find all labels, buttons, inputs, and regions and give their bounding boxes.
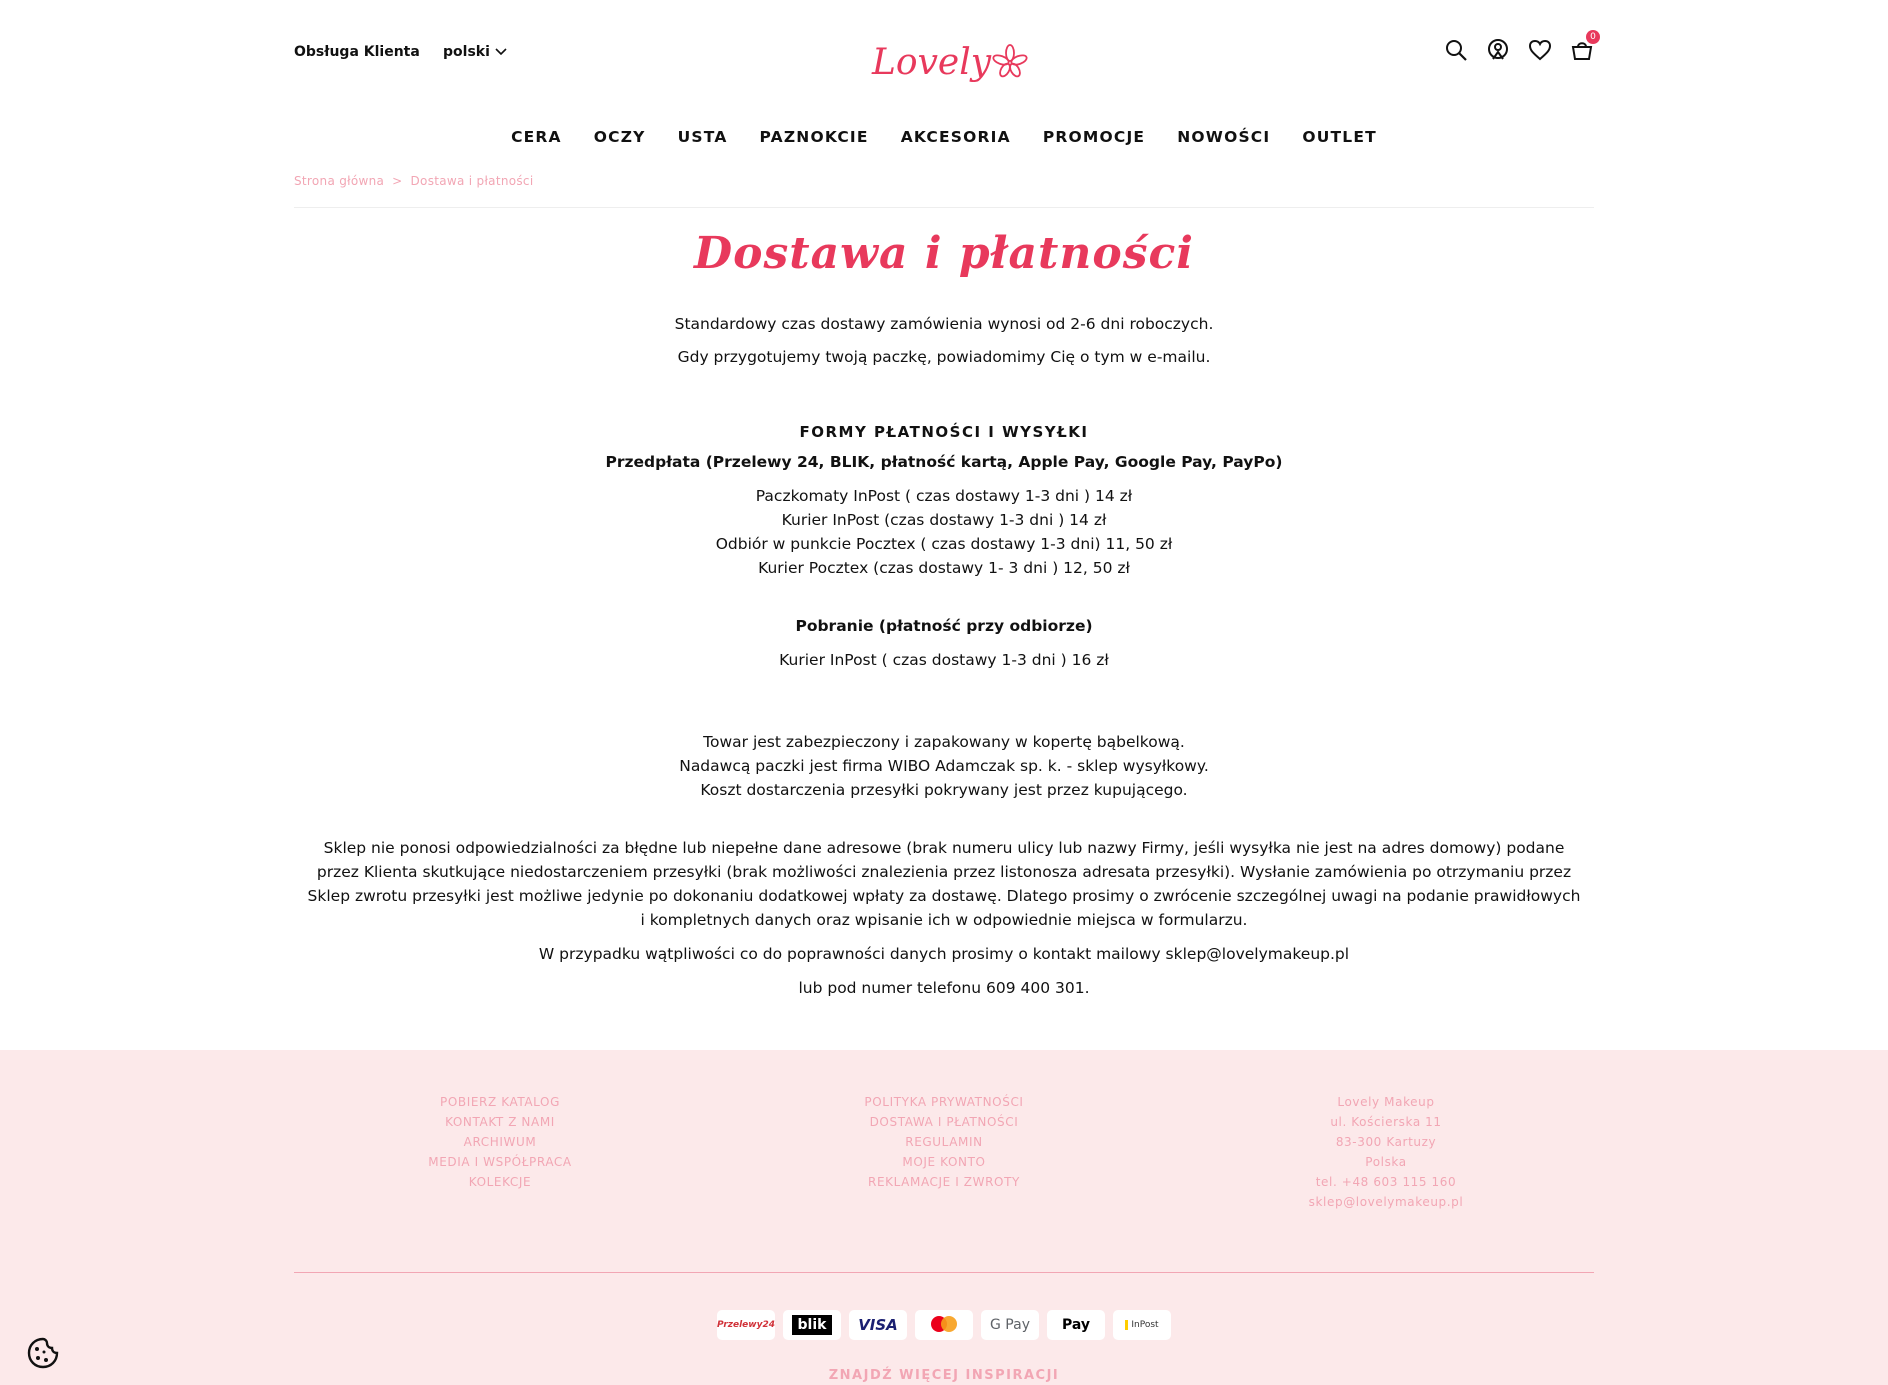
mastercard-logo	[915, 1310, 973, 1340]
cookie-icon[interactable]	[26, 1336, 60, 1370]
address-city: 83-300 Kartuzy	[1335, 1135, 1437, 1149]
nav-item-usta[interactable]: USTA	[678, 128, 728, 146]
goods-line: Koszt dostarczenia przesyłki pokrywany j…	[700, 781, 1188, 799]
nav-item-oczy[interactable]: OCZY	[594, 128, 646, 146]
gpay-text: G Pay	[990, 1317, 1030, 1333]
footer-address: Lovely Makeup ul. Kościerska 11 83-300 K…	[1286, 1092, 1486, 1212]
przelewy24-text: Przelewy24	[717, 1320, 775, 1330]
footer-link-catalog[interactable]: POBIERZ KATALOG	[400, 1092, 600, 1112]
nav-item-nowosci[interactable]: NOWOŚCI	[1177, 128, 1270, 146]
page-title: Dostawa i płatności	[694, 228, 1194, 279]
cart-icon[interactable]: 0	[1570, 30, 1600, 62]
header-icons: 0	[1444, 30, 1600, 62]
goods-line: Towar jest zabezpieczony i zapakowany w …	[703, 733, 1185, 751]
payment-logos: Przelewy24 blik VISA G Pay Pay InPost	[0, 1310, 1888, 1340]
footer-link-privacy[interactable]: POLITYKA PRYWATNOŚCI	[844, 1092, 1044, 1112]
chevron-down-icon	[495, 48, 507, 56]
contact-phone-notice: lub pod numer telefonu 609 400 301.	[798, 979, 1090, 997]
mastercard-icon	[931, 1316, 957, 1332]
breadcrumb-home[interactable]: Strona główna	[294, 174, 384, 188]
main-nav: CERA OCZY USTA PAZNOKCIE AKCESORIA PROMO…	[0, 128, 1888, 146]
account-icon[interactable]	[1486, 38, 1510, 62]
goods-info: Towar jest zabezpieczony i zapakowany w …	[294, 730, 1594, 802]
email-notice: Gdy przygotujemy twoją paczkę, powiadomi…	[677, 348, 1211, 366]
search-icon[interactable]	[1444, 38, 1468, 62]
footer-link-delivery[interactable]: DOSTAWA I PŁATNOŚCI	[844, 1112, 1044, 1132]
divider	[294, 207, 1594, 208]
cod-option: Kurier InPost ( czas dostawy 1-3 dni ) 1…	[779, 651, 1109, 669]
header-topbar: Obsługa Klienta polski Lovely 0	[294, 30, 1600, 83]
footer-link-terms[interactable]: REGULAMIN	[844, 1132, 1044, 1152]
standard-delivery-time: Standardowy czas dostawy zamówienia wyno…	[674, 315, 1214, 333]
przelewy24-logo: Przelewy24	[717, 1310, 775, 1340]
footer-email[interactable]: sklep@lovelymakeup.pl	[1286, 1192, 1486, 1212]
visa-logo: VISA	[849, 1310, 907, 1340]
language-selector[interactable]: polski	[443, 44, 507, 60]
nav-item-akcesoria[interactable]: AKCESORIA	[901, 128, 1011, 146]
footer-link-archive[interactable]: ARCHIWUM	[400, 1132, 600, 1152]
breadcrumb: Strona główna > Dostawa i płatności	[294, 174, 1594, 188]
prepaid-heading: Przedpłata (Przelewy 24, BLIK, płatność …	[605, 453, 1283, 471]
footer-links-col2: POLITYKA PRYWATNOŚCI DOSTAWA I PŁATNOŚCI…	[844, 1092, 1044, 1192]
language-label: polski	[443, 44, 490, 60]
apple-pay-logo: Pay	[1047, 1310, 1105, 1340]
address-street: ul. Kościerska 11	[1330, 1115, 1442, 1129]
footer-link-returns[interactable]: REKLAMACJE I ZWROTY	[844, 1172, 1044, 1192]
nav-item-outlet[interactable]: OUTLET	[1302, 128, 1377, 146]
company-name: Lovely Makeup	[1337, 1095, 1435, 1109]
blik-logo: blik	[783, 1310, 841, 1340]
payment-forms-heading: FORMY PŁATNOŚCI I WYSYŁKI	[799, 423, 1089, 441]
nav-item-cera[interactable]: CERA	[511, 128, 562, 146]
inpost-logo: InPost	[1113, 1310, 1171, 1340]
prepaid-option: Kurier InPost (czas dostawy 1-3 dni ) 14…	[781, 511, 1107, 529]
footer-link-media[interactable]: MEDIA I WSPÓŁPRACA	[400, 1152, 600, 1172]
nav-item-paznokcie[interactable]: PAZNOKCIE	[760, 128, 869, 146]
responsibility-notice: Sklep nie ponosi odpowiedzialności za bł…	[307, 839, 1581, 929]
apple-pay-text: Pay	[1061, 1317, 1091, 1333]
google-pay-logo: G Pay	[981, 1310, 1039, 1340]
cod-options: Kurier InPost ( czas dostawy 1-3 dni ) 1…	[294, 648, 1594, 672]
svg-text:Lovely: Lovely	[871, 42, 992, 83]
footer-divider	[294, 1272, 1594, 1273]
blik-text: blik	[791, 1315, 833, 1335]
footer-link-collections[interactable]: KOLEKCJE	[400, 1172, 600, 1192]
goods-line: Nadawcą paczki jest firma WIBO Adamczak …	[679, 757, 1209, 775]
contact-email-notice: W przypadku wątpliwości co do poprawnośc…	[538, 945, 1350, 963]
prepaid-option: Kurier Pocztex (czas dostawy 1- 3 dni ) …	[758, 559, 1130, 577]
more-inspiration-link[interactable]: ZNAJDŹ WIĘCEJ INSPIRACJI	[0, 1368, 1888, 1383]
heart-icon[interactable]	[1528, 38, 1552, 62]
breadcrumb-current: Dostawa i płatności	[410, 174, 534, 188]
breadcrumb-separator: >	[392, 174, 403, 188]
nav-item-promocje[interactable]: PROMOCJE	[1043, 128, 1145, 146]
footer-link-account[interactable]: MOJE KONTO	[844, 1152, 1044, 1172]
footer-link-contact[interactable]: KONTAKT Z NAMI	[400, 1112, 600, 1132]
footer: POBIERZ KATALOG KONTAKT Z NAMI ARCHIWUM …	[0, 1050, 1888, 1385]
footer-links-col1: POBIERZ KATALOG KONTAKT Z NAMI ARCHIWUM …	[400, 1092, 600, 1192]
address-country: Polska	[1365, 1155, 1407, 1169]
footer-phone[interactable]: tel. +48 603 115 160	[1286, 1172, 1486, 1192]
prepaid-option: Odbiór w punkcie Pocztex ( czas dostawy …	[715, 535, 1173, 553]
cart-count-badge: 0	[1586, 30, 1600, 44]
customer-service-link[interactable]: Obsługa Klienta	[294, 44, 420, 60]
cod-heading: Pobranie (płatność przy odbiorze)	[795, 617, 1093, 635]
prepaid-options: Paczkomaty InPost ( czas dostawy 1-3 dni…	[294, 484, 1594, 580]
inpost-text: InPost	[1125, 1320, 1159, 1330]
prepaid-option: Paczkomaty InPost ( czas dostawy 1-3 dni…	[755, 487, 1133, 505]
visa-text: VISA	[858, 1316, 898, 1334]
lovely-logo[interactable]: Lovely	[868, 34, 1028, 90]
